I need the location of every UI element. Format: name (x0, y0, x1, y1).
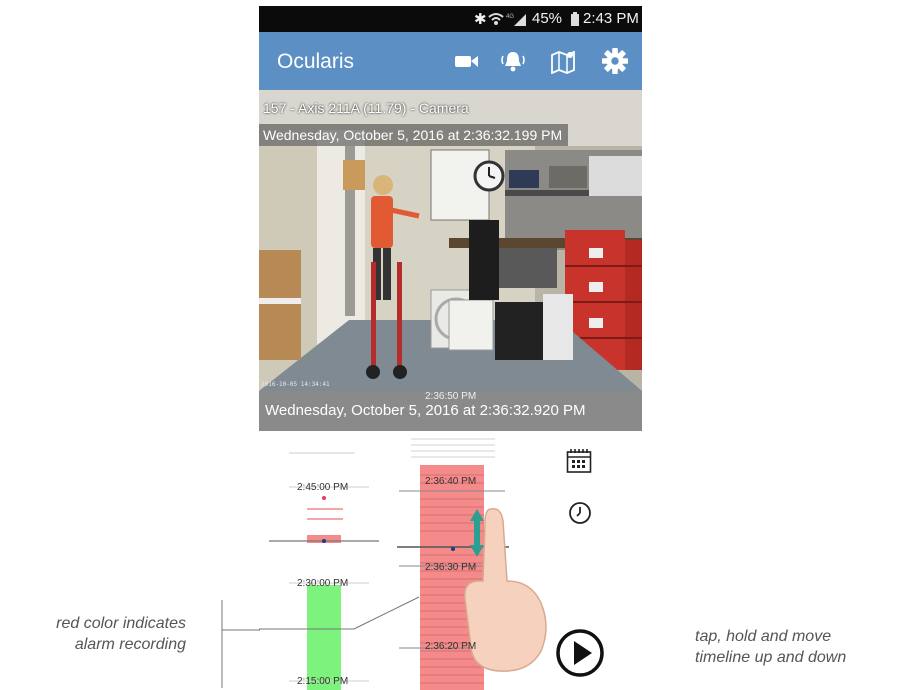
battery-percent: 45% (532, 10, 563, 27)
annotation-line: alarm recording (74, 636, 186, 653)
alarm-bell-icon[interactable] (499, 48, 527, 74)
playback-time-bar: Wednesday, October 5, 2016 at 2:36:32.92… (259, 391, 642, 431)
annotation-bracket (221, 600, 260, 688)
map-icon[interactable] (549, 48, 577, 74)
battery-icon (571, 12, 579, 26)
camera-label: 157 - Axis 211A (11.79) - Camera (263, 100, 469, 116)
annotation-alarm-color: red color indicates alarm recording (8, 613, 186, 655)
camera-video-view[interactable]: 157 - Axis 211A (11.79) - Camera Wednesd… (259, 90, 642, 391)
app-title: Ocularis (277, 50, 355, 73)
status-bar: ✱ 4G 45% 2:43 PM (259, 6, 642, 32)
clock-time: 2:43 PM (583, 10, 639, 27)
partial-tick-label: 2:36:50 PM (425, 391, 477, 402)
video-camera-icon[interactable] (453, 48, 481, 74)
annotation-timeline-gesture: tap, hold and move timeline up and down (695, 626, 895, 668)
app-bar: Ocularis (259, 32, 642, 90)
playback-timestamp: Wednesday, October 5, 2016 at 2:36:32.92… (265, 402, 586, 419)
fine-tick-label: 2:36:20 PM (425, 641, 477, 652)
signal-icon: 4G (506, 14, 526, 26)
fine-tick-label: 2:36:40 PM (425, 476, 477, 487)
settings-gear-icon[interactable] (601, 48, 629, 74)
camera-timestamp: Wednesday, October 5, 2016 at 2:36:32.19… (259, 124, 569, 146)
coarse-tick-label: 2:45:00 PM (297, 482, 349, 493)
play-button-icon[interactable] (555, 628, 605, 678)
annotation-line: timeline up and down (695, 649, 847, 666)
coarse-tick-label: 2:15:00 PM (297, 676, 349, 687)
fine-tick-label: 2:36:30 PM (425, 562, 477, 573)
bluetooth-icon: ✱ (474, 11, 487, 28)
svg-text:4G: 4G (506, 14, 514, 20)
osd-timestamp: 2016-10-05 14:34:41 (261, 381, 330, 388)
wifi-icon (488, 13, 504, 25)
clock-icon[interactable] (568, 501, 592, 525)
phone-screen: ✱ 4G 45% 2:43 PM Ocularis 157 - Axis 211… (259, 6, 642, 690)
annotation-line: tap, hold and move (695, 628, 832, 645)
coarse-tick-label: 2:30:00 PM (297, 578, 349, 589)
timeline-panel[interactable]: 2:45:00 PM 2:30:00 PM 2:15:00 PM 2:36:40… (259, 431, 642, 690)
annotation-line: red color indicates (56, 615, 186, 632)
calendar-icon[interactable] (566, 448, 592, 474)
